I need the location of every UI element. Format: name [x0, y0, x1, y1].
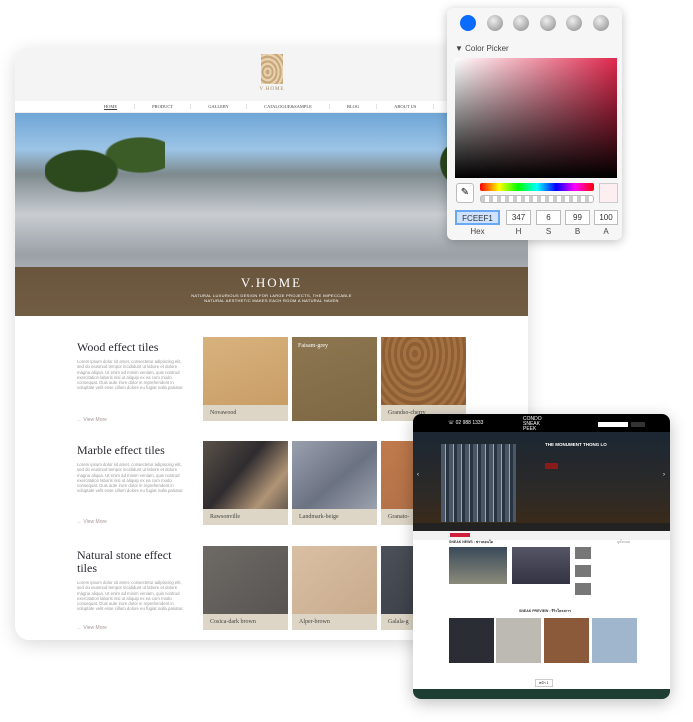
- nav-product[interactable]: PRODUCT: [135, 104, 192, 109]
- ticker-badge: [450, 533, 470, 537]
- saturation-brightness-area[interactable]: [455, 58, 617, 178]
- prev-slide-icon[interactable]: ‹: [417, 472, 419, 478]
- logo-text: V.HOME: [259, 87, 285, 92]
- tile-landmark-beige[interactable]: Landmark-beige: [292, 441, 377, 525]
- section-title: Natural stone effect tiles: [77, 548, 172, 575]
- hero-title: THE MONUMENT THONG LO: [545, 442, 607, 447]
- view-more-label: View More: [83, 417, 107, 423]
- title-label: Color Picker: [465, 44, 509, 53]
- preview-image[interactable]: [496, 618, 541, 663]
- palette-mode-icon[interactable]: [513, 15, 530, 31]
- b-label: B: [574, 227, 581, 236]
- search-input[interactable]: [598, 422, 628, 427]
- news-thumb[interactable]: [575, 547, 591, 559]
- tile-faisam-grey[interactable]: Faisam-grey: [292, 337, 377, 421]
- condo-header: ☏ 02 988 1333 CONDO SNEAK PEEK: [413, 414, 670, 432]
- phone-label: 02 988 1333: [455, 420, 484, 426]
- hex-input[interactable]: FCEEF1: [455, 210, 500, 225]
- news-thumb[interactable]: [575, 565, 591, 577]
- tile-label: Landmark-beige: [292, 509, 377, 525]
- phone-number[interactable]: ☏ 02 988 1333: [448, 420, 483, 426]
- section-text: Lorem ipsum dolor sit amet, consectetur …: [77, 462, 184, 494]
- b-input[interactable]: 99: [565, 210, 590, 225]
- tile-novawood[interactable]: Novawood: [203, 337, 288, 421]
- hero-cta-button[interactable]: [545, 463, 558, 469]
- picker-mode-tabs: [447, 8, 622, 31]
- preview-image[interactable]: [592, 618, 637, 663]
- condo-footer: [413, 689, 670, 699]
- tile-label: Rawsonville: [203, 509, 288, 525]
- hero-subtitle: NATURAL LUXURIOUS DESIGN FOR LARGE PROJE…: [15, 293, 528, 303]
- preview-section-title: SNEAK PREVIEW : รีวิวโครงการ: [519, 609, 572, 613]
- news-thumb[interactable]: [575, 583, 591, 595]
- tile-cosica-dark-brown[interactable]: Cosica-dark brown: [203, 546, 288, 630]
- search-button[interactable]: [631, 422, 645, 427]
- color-picker-title[interactable]: ▼ Color Picker: [455, 44, 509, 53]
- hex-label: Hex: [470, 227, 485, 236]
- spectrum-mode-icon[interactable]: [539, 15, 556, 31]
- news-image[interactable]: [512, 547, 570, 584]
- view-more-label: View More: [83, 519, 107, 525]
- tile-grandso-cherry[interactable]: Grandso-cherry: [381, 337, 466, 421]
- alpha-slider[interactable]: [480, 195, 594, 203]
- hue-slider[interactable]: [480, 183, 594, 191]
- view-more-link[interactable]: ← View More: [77, 625, 107, 631]
- color-swatch: [599, 183, 618, 203]
- color-wheel-mode-icon[interactable]: [460, 15, 477, 31]
- pagination[interactable]: หน้า 1: [535, 679, 553, 687]
- section-title: Marble effect tiles: [77, 443, 165, 457]
- preview-image[interactable]: [449, 618, 494, 663]
- pencils-mode-icon[interactable]: [592, 15, 609, 31]
- section-marble: Marble effect tiles Lorem ipsum dolor sit…: [77, 444, 185, 494]
- hero-title: V.HOME: [240, 275, 303, 290]
- nav-home[interactable]: HOME: [87, 104, 136, 109]
- section-stone: Natural stone effect tiles Lorem ipsum do…: [77, 549, 185, 612]
- nav-gallery[interactable]: GALLERY: [191, 104, 247, 109]
- eyedropper-icon[interactable]: ✎: [456, 183, 474, 203]
- h-label: H: [515, 227, 522, 236]
- section-wood: Wood effect tiles Lorem ipsum dolor sit a…: [77, 341, 185, 391]
- tile-label: Cosica-dark brown: [203, 614, 288, 630]
- section-title: Wood effect tiles: [77, 340, 159, 354]
- view-more-link[interactable]: ← View More: [77, 417, 107, 423]
- see-all-link[interactable]: ดูทั้งหมด: [617, 539, 630, 545]
- news-image[interactable]: [449, 547, 507, 584]
- color-picker-panel: ▼ Color Picker ✎ FCEEF1 347 6 99 100 Hex…: [447, 8, 622, 240]
- building-image: [441, 444, 516, 522]
- section-text: Lorem ipsum dolor sit amet, consectetur …: [77, 359, 184, 391]
- image-mode-icon[interactable]: [566, 15, 583, 31]
- view-more-link[interactable]: ← View More: [77, 519, 107, 525]
- next-slide-icon[interactable]: ›: [663, 472, 665, 478]
- trees-image: [45, 123, 165, 203]
- tile-label: Faisam-grey: [298, 343, 328, 349]
- nav-about[interactable]: ABOUT US: [377, 104, 435, 109]
- vhome-logo[interactable]: [261, 54, 283, 84]
- hero-subtitle-line: NATURAL AESTHETIC MAKES EACH ROOM A NATU…: [204, 298, 339, 303]
- tile-label: Alper-brown: [292, 614, 377, 630]
- condo-logo[interactable]: CONDO SNEAK PEEK: [523, 417, 547, 432]
- h-input[interactable]: 347: [506, 210, 531, 225]
- nav-blog[interactable]: BLOG: [330, 104, 378, 109]
- preview-image[interactable]: [544, 618, 589, 663]
- condo-nav: [413, 523, 670, 531]
- s-label: S: [545, 227, 552, 236]
- section-text: Lorem ipsum dolor sit amet, consectetur …: [77, 580, 184, 612]
- sliders-mode-icon[interactable]: [486, 15, 503, 31]
- tile-alper-brown[interactable]: Alper-brown: [292, 546, 377, 630]
- nav-catalogue[interactable]: CATALOGUE&SAMPLE: [247, 104, 330, 109]
- condo-hero: THE MONUMENT THONG LO ‹ ›: [413, 432, 670, 523]
- tile-label: Novawood: [203, 405, 288, 421]
- news-section-title: SNEAK NEWS : ข่าวคอนโด: [449, 540, 494, 544]
- tile-rawsonville[interactable]: Rawsonville: [203, 441, 288, 525]
- condo-website-card: ☏ 02 988 1333 CONDO SNEAK PEEK THE MONUM…: [413, 414, 670, 699]
- a-label: A: [603, 227, 609, 236]
- hero-caption: V.HOME NATURAL LUXURIOUS DESIGN FOR LARG…: [15, 267, 528, 316]
- s-input[interactable]: 6: [536, 210, 561, 225]
- view-more-label: View More: [83, 625, 107, 631]
- a-input[interactable]: 100: [594, 210, 618, 225]
